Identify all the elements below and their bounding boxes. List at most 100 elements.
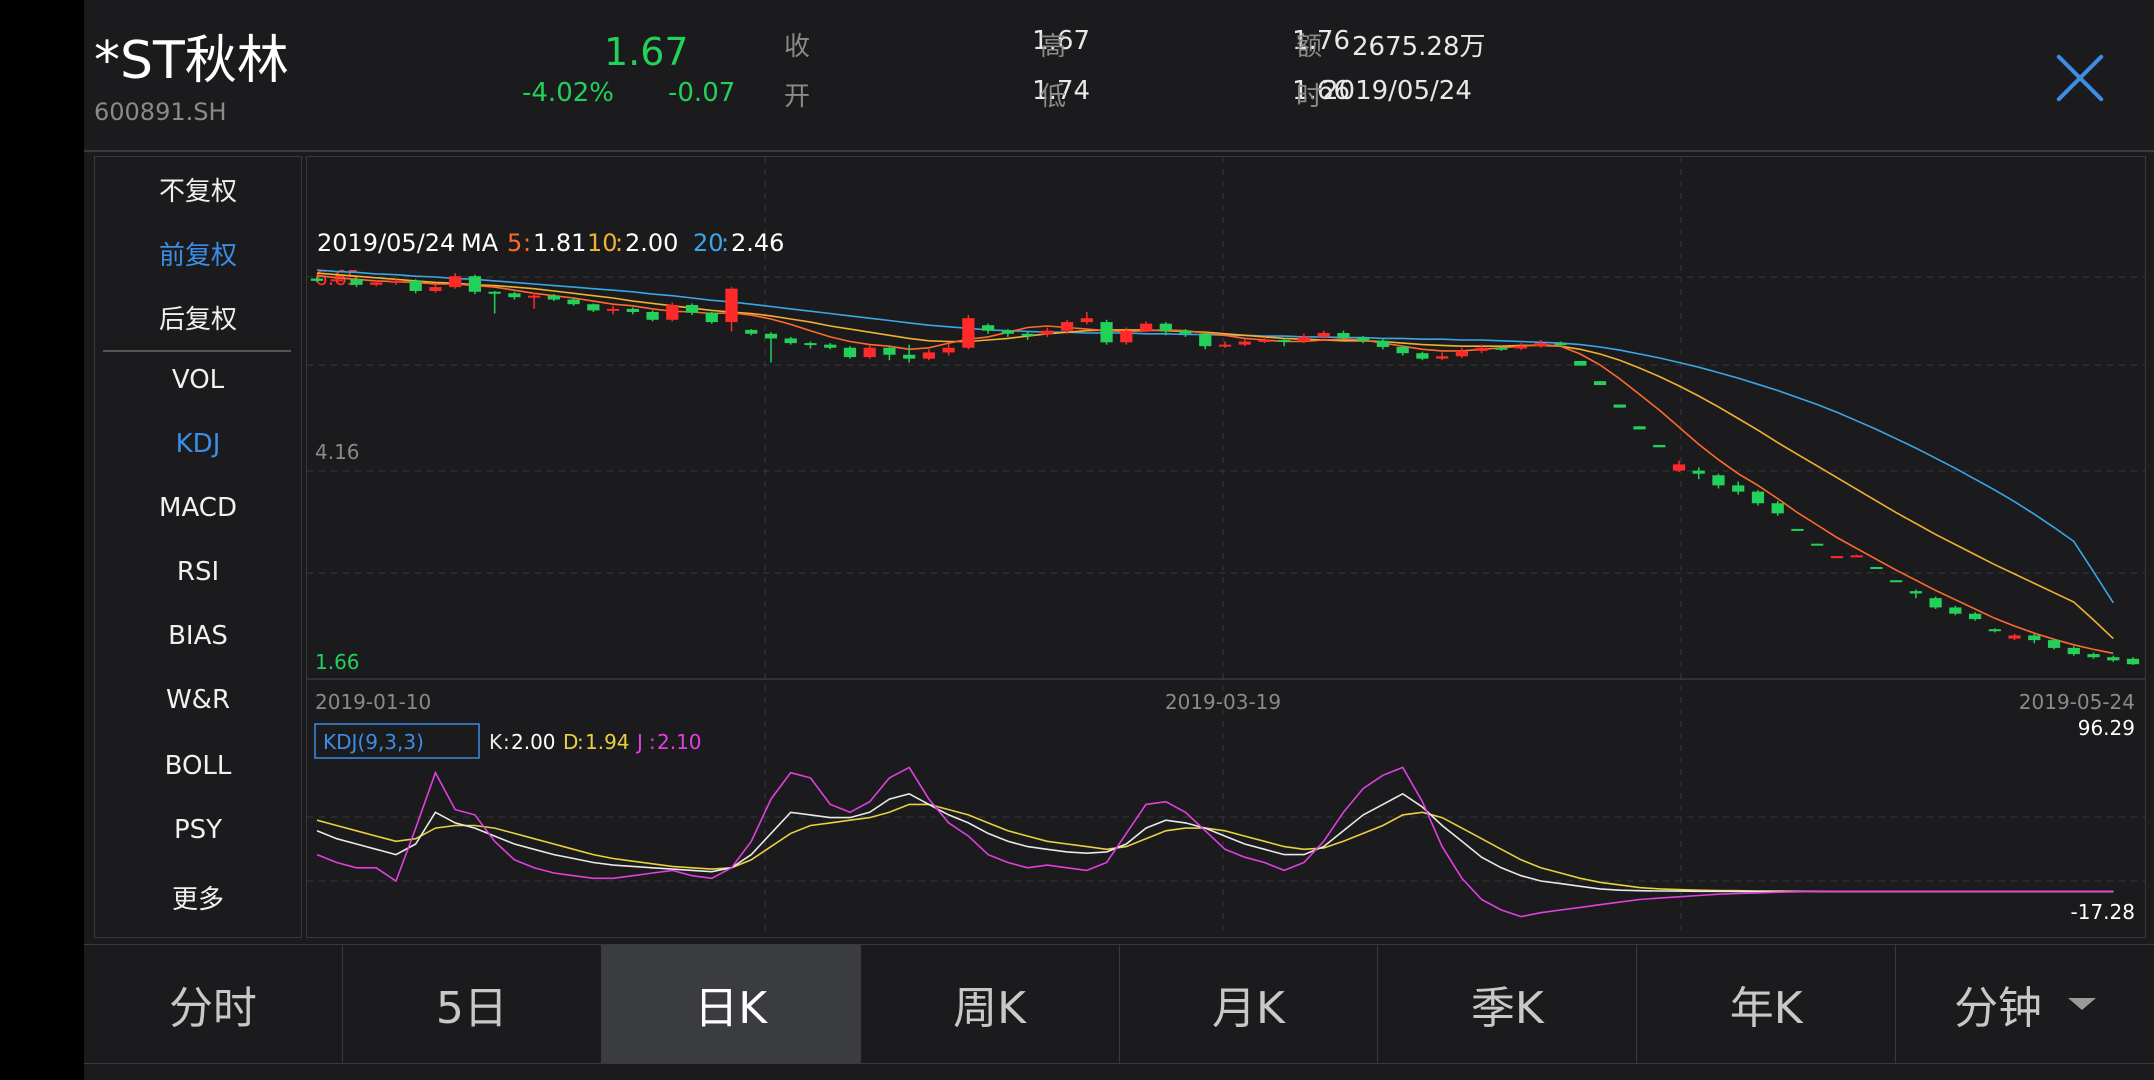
candle-body bbox=[1041, 330, 1054, 335]
candle bbox=[903, 344, 916, 363]
candle-body bbox=[1890, 580, 1903, 583]
sidebar-item-vol[interactable]: VOL bbox=[95, 365, 301, 395]
candle-body bbox=[528, 295, 541, 298]
candle-body bbox=[1100, 322, 1113, 343]
close-icon[interactable] bbox=[2054, 52, 2106, 104]
candle-body bbox=[1653, 444, 1666, 448]
candle bbox=[1732, 481, 1745, 495]
kdj-j-line bbox=[316, 766, 2114, 918]
candle bbox=[1455, 347, 1468, 358]
legend-ma10-value: 2.00 bbox=[625, 229, 678, 257]
sidebar-item-boll[interactable]: BOLL bbox=[95, 751, 301, 781]
tab-minute[interactable]: 分钟 bbox=[1896, 945, 2154, 1063]
candle-body bbox=[468, 276, 482, 292]
candle-body bbox=[1120, 330, 1133, 343]
chart-grid bbox=[307, 157, 2145, 937]
candle bbox=[1574, 360, 1587, 366]
kdj-params: KDJ(9,3,3) bbox=[323, 730, 424, 754]
kdj-j-label: J bbox=[635, 730, 643, 754]
candle bbox=[705, 311, 718, 324]
tab-intraday[interactable]: 分时 bbox=[84, 945, 343, 1063]
candle bbox=[1751, 490, 1765, 506]
tab-weekly-k[interactable]: 周K bbox=[861, 945, 1120, 1063]
candle bbox=[1436, 352, 1449, 361]
sidebar-item-more[interactable]: 更多 bbox=[95, 879, 301, 916]
candle-body bbox=[1080, 318, 1093, 323]
kdj-j-value: 2.10 bbox=[657, 730, 702, 754]
candle-body bbox=[1337, 332, 1350, 338]
tab-quarterly-k[interactable]: 季K bbox=[1378, 945, 1638, 1063]
open-label: 开 bbox=[784, 82, 811, 112]
sidebar-item-backward-adjust[interactable]: 后复权 bbox=[95, 299, 301, 336]
tab-minute-label: 分钟 bbox=[1954, 983, 2043, 1034]
candle bbox=[606, 305, 620, 315]
amount-label: 额 bbox=[1296, 32, 1323, 62]
stock-name: *ST秋林 bbox=[94, 31, 289, 91]
candle-body bbox=[883, 347, 896, 355]
candle bbox=[1613, 404, 1626, 408]
candle-body bbox=[666, 304, 679, 320]
legend-ma20-colon: : bbox=[721, 229, 729, 257]
candle bbox=[1909, 589, 1922, 599]
candle-body bbox=[903, 354, 916, 359]
sidebar-item-forward-adjust[interactable]: 前复权 bbox=[95, 235, 301, 272]
candle bbox=[1712, 473, 1725, 489]
ma10-line bbox=[316, 272, 2114, 640]
sidebar-item-wr[interactable]: W&R bbox=[95, 685, 301, 715]
candle-body bbox=[1317, 332, 1330, 337]
kdj-k-colon: : bbox=[503, 730, 510, 754]
candle-body bbox=[1633, 426, 1646, 430]
candle-body bbox=[1732, 485, 1745, 492]
candle-body bbox=[1514, 346, 1528, 349]
ma-lines bbox=[316, 269, 2114, 655]
candle-body bbox=[962, 318, 975, 348]
sidebar-item-psy[interactable]: PSY bbox=[95, 815, 301, 845]
candle-body bbox=[1988, 629, 2001, 632]
candle bbox=[528, 292, 541, 309]
candle bbox=[824, 343, 837, 350]
candle-body bbox=[1218, 344, 1232, 347]
candle-body bbox=[1613, 404, 1626, 408]
candle-body bbox=[606, 308, 620, 311]
candle bbox=[922, 349, 936, 361]
candle-body bbox=[1258, 339, 1271, 342]
candle bbox=[2087, 652, 2100, 659]
sidebar-item-bias[interactable]: BIAS bbox=[95, 621, 301, 651]
candle-body bbox=[1021, 333, 1034, 336]
sidebar-item-no-adjust[interactable]: 不复权 bbox=[95, 171, 301, 208]
candle-body bbox=[350, 279, 363, 285]
candle bbox=[962, 315, 975, 350]
candle-body bbox=[1416, 353, 1429, 359]
tab-monthly-k[interactable]: 月K bbox=[1120, 945, 1379, 1063]
amount-value: 2675.28万 bbox=[1352, 32, 1486, 62]
candle-body bbox=[1672, 464, 1686, 471]
kline-chart-panel[interactable]: 2019/05/24 MA 5 : 1.81 10 : 2.00 20 : 2.… bbox=[306, 156, 2146, 938]
candle bbox=[1139, 321, 1153, 333]
low-label: 低 bbox=[1040, 82, 1067, 112]
kline-chart-svg[interactable]: 2019/05/24 MA 5 : 1.81 10 : 2.00 20 : 2.… bbox=[307, 157, 2145, 937]
candle-body bbox=[982, 325, 995, 331]
chevron-down-icon[interactable] bbox=[2068, 998, 2097, 1010]
candle-body bbox=[2008, 635, 2021, 639]
candle-body bbox=[2028, 635, 2041, 641]
sidebar-item-kdj[interactable]: KDJ bbox=[95, 429, 301, 459]
candle-body bbox=[1791, 528, 1804, 531]
tab-yearly-k[interactable]: 年K bbox=[1637, 945, 1897, 1063]
candle bbox=[449, 273, 462, 289]
kdj-d-value: 1.94 bbox=[585, 730, 630, 754]
candle-body bbox=[1870, 567, 1883, 570]
candle-body bbox=[1968, 613, 1982, 620]
candle bbox=[626, 307, 639, 315]
sidebar-item-rsi[interactable]: RSI bbox=[95, 557, 301, 587]
candle-body bbox=[1475, 347, 1488, 351]
candle-body bbox=[1278, 339, 1291, 342]
tab-daily-k[interactable]: 日K bbox=[601, 945, 861, 1063]
candle-body bbox=[1297, 336, 1311, 342]
candle bbox=[1278, 338, 1291, 347]
sidebar-item-macd[interactable]: MACD bbox=[95, 493, 301, 523]
stock-code: 600891.SH bbox=[94, 98, 227, 126]
candle-body bbox=[824, 344, 837, 348]
tab-5day[interactable]: 5日 bbox=[343, 945, 602, 1063]
time-label: 时 bbox=[1296, 82, 1323, 112]
candle bbox=[764, 332, 778, 363]
